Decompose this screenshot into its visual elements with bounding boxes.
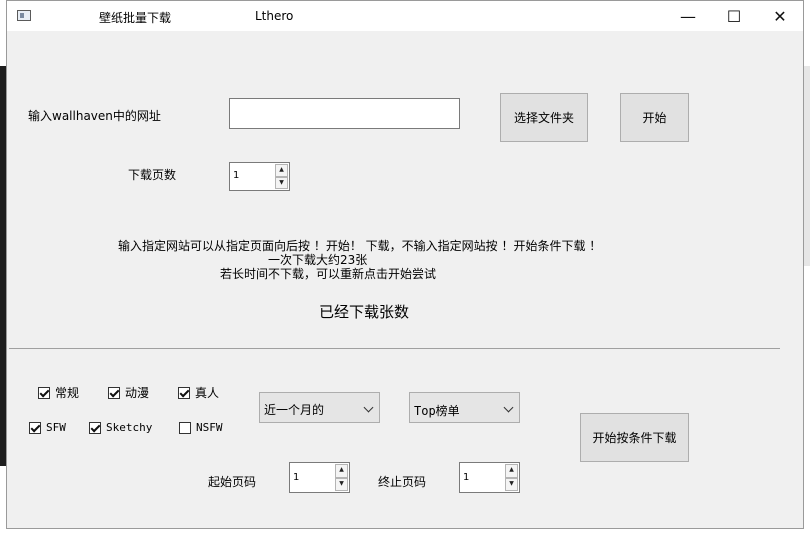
url-label: 输入wallhaven中的网址 bbox=[28, 109, 161, 123]
time-range-select[interactable]: 近一个月的 bbox=[259, 392, 380, 423]
checkbox-people-box[interactable] bbox=[178, 386, 190, 399]
maximize-icon: ☐ bbox=[726, 6, 742, 26]
checkbox-nsfw-box[interactable] bbox=[179, 421, 191, 434]
checkbox-anime[interactable]: 动漫 bbox=[108, 384, 149, 401]
checkbox-sketchy[interactable]: Sketchy bbox=[89, 421, 152, 434]
downloaded-count-label: 已经下载张数 bbox=[319, 303, 410, 321]
pages-label: 下载页数 bbox=[128, 168, 177, 182]
start-button[interactable]: 开始 bbox=[620, 93, 689, 142]
checkbox-general-box[interactable] bbox=[38, 386, 50, 399]
url-input[interactable] bbox=[229, 98, 460, 129]
checkbox-general[interactable]: 常规 bbox=[38, 384, 79, 401]
spin-up-icon[interactable]: ▲ bbox=[505, 464, 518, 478]
end-page-value: 1 bbox=[463, 472, 470, 483]
pages-value: 1 bbox=[233, 170, 240, 181]
start-page-value: 1 bbox=[293, 472, 300, 483]
checkbox-people[interactable]: 真人 bbox=[178, 384, 219, 401]
spin-up-icon[interactable]: ▲ bbox=[275, 164, 288, 177]
window-title: 壁纸批量下载 bbox=[99, 11, 172, 25]
app-window: 壁纸批量下载 Lthero — ☐ ✕ 输入wallhaven中的网址 选择文件… bbox=[6, 0, 804, 529]
title-bar[interactable]: 壁纸批量下载 Lthero — ☐ ✕ bbox=[7, 1, 803, 31]
end-page-label: 终止页码 bbox=[378, 475, 427, 489]
chevron-down-icon bbox=[503, 402, 514, 413]
section-divider bbox=[9, 348, 780, 349]
app-icon bbox=[17, 10, 31, 21]
sort-select[interactable]: Top榜单 bbox=[409, 392, 520, 423]
sort-value: Top榜单 bbox=[414, 404, 460, 418]
info-line-3: 若长时间不下载，可以重新点击开始尝试 bbox=[220, 267, 437, 281]
spin-down-icon[interactable]: ▼ bbox=[335, 477, 348, 491]
checkbox-sketchy-box[interactable] bbox=[89, 421, 101, 434]
conditional-download-button[interactable]: 开始按条件下载 bbox=[580, 413, 689, 462]
choose-folder-button[interactable]: 选择文件夹 bbox=[500, 93, 588, 142]
time-range-value: 近一个月的 bbox=[264, 403, 325, 417]
start-page-spinbox[interactable]: 1 ▲ ▼ bbox=[289, 462, 350, 493]
maximize-button[interactable]: ☐ bbox=[711, 1, 757, 31]
checkbox-nsfw[interactable]: NSFW bbox=[179, 421, 223, 434]
minimize-icon: — bbox=[680, 6, 696, 26]
close-icon: ✕ bbox=[773, 6, 787, 26]
spin-down-icon[interactable]: ▼ bbox=[275, 176, 288, 189]
window-author: Lthero bbox=[255, 9, 294, 23]
end-page-spinbox[interactable]: 1 ▲ ▼ bbox=[459, 462, 520, 493]
chevron-down-icon bbox=[363, 402, 374, 413]
checkbox-sfw-box[interactable] bbox=[29, 421, 41, 434]
checkbox-sfw[interactable]: SFW bbox=[29, 421, 66, 434]
pages-spinbox[interactable]: 1 ▲ ▼ bbox=[229, 162, 290, 191]
checkbox-anime-box[interactable] bbox=[108, 386, 120, 399]
start-page-label: 起始页码 bbox=[208, 475, 257, 489]
spin-down-icon[interactable]: ▼ bbox=[505, 477, 518, 491]
spin-up-icon[interactable]: ▲ bbox=[335, 464, 348, 478]
close-button[interactable]: ✕ bbox=[757, 1, 803, 31]
minimize-button[interactable]: — bbox=[665, 1, 711, 31]
